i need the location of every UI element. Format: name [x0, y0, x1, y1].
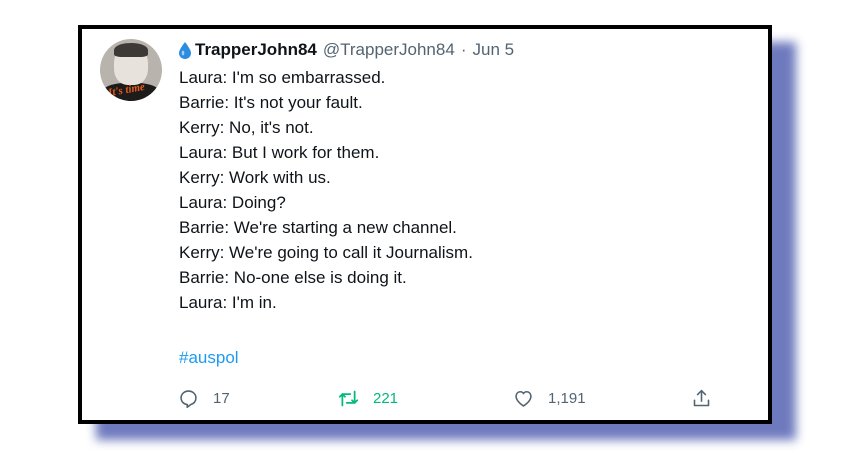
- tweet-line: Kerry: No, it's not.: [179, 118, 314, 137]
- tweet-line: Barrie: No-one else is doing it.: [179, 268, 407, 287]
- retweet-count: 221: [373, 389, 399, 407]
- reply-count: 17: [213, 389, 230, 407]
- handle[interactable]: @TrapperJohn84: [323, 40, 455, 60]
- avatar[interactable]: It's time: [100, 39, 162, 101]
- reply-button[interactable]: 17: [178, 386, 230, 410]
- like-button[interactable]: 1,191: [513, 386, 586, 410]
- tweet-line: Kerry: Work with us.: [179, 168, 331, 187]
- separator-dot: ·: [460, 40, 467, 59]
- tweet-line: Laura: Doing?: [179, 193, 286, 212]
- reply-icon: [180, 389, 197, 408]
- display-name[interactable]: TrapperJohn84: [195, 40, 317, 60]
- action-bar: 17 221 1,191: [82, 386, 768, 410]
- like-count: 1,191: [548, 389, 586, 407]
- tweet-body: Laura: I'm so embarrassed. Barrie: It's …: [179, 65, 759, 315]
- retweet-icon: [338, 390, 359, 406]
- tweet-line: Laura: But I work for them.: [179, 143, 380, 162]
- tweet-card: It's time TrapperJohn84 @TrapperJohn84 ·…: [78, 25, 772, 424]
- retweet-button[interactable]: 221: [338, 386, 398, 410]
- droplet-icon: [179, 41, 191, 59]
- tweet-line: Kerry: We're going to call it Journalism…: [179, 243, 473, 262]
- tweet-header: TrapperJohn84 @TrapperJohn84 · Jun 5: [179, 39, 514, 61]
- heart-icon: [515, 390, 532, 407]
- tweet-line: Barrie: We're starting a new channel.: [179, 218, 457, 237]
- tweet-line: Laura: I'm so embarrassed.: [179, 68, 386, 87]
- tweet-line: Barrie: It's not your fault.: [179, 93, 363, 112]
- share-icon: [693, 389, 710, 406]
- hashtag-link[interactable]: #auspol: [179, 347, 239, 369]
- tweet-date[interactable]: Jun 5: [472, 40, 514, 60]
- share-button[interactable]: [691, 386, 712, 410]
- tweet-line: Laura: I'm in.: [179, 293, 277, 312]
